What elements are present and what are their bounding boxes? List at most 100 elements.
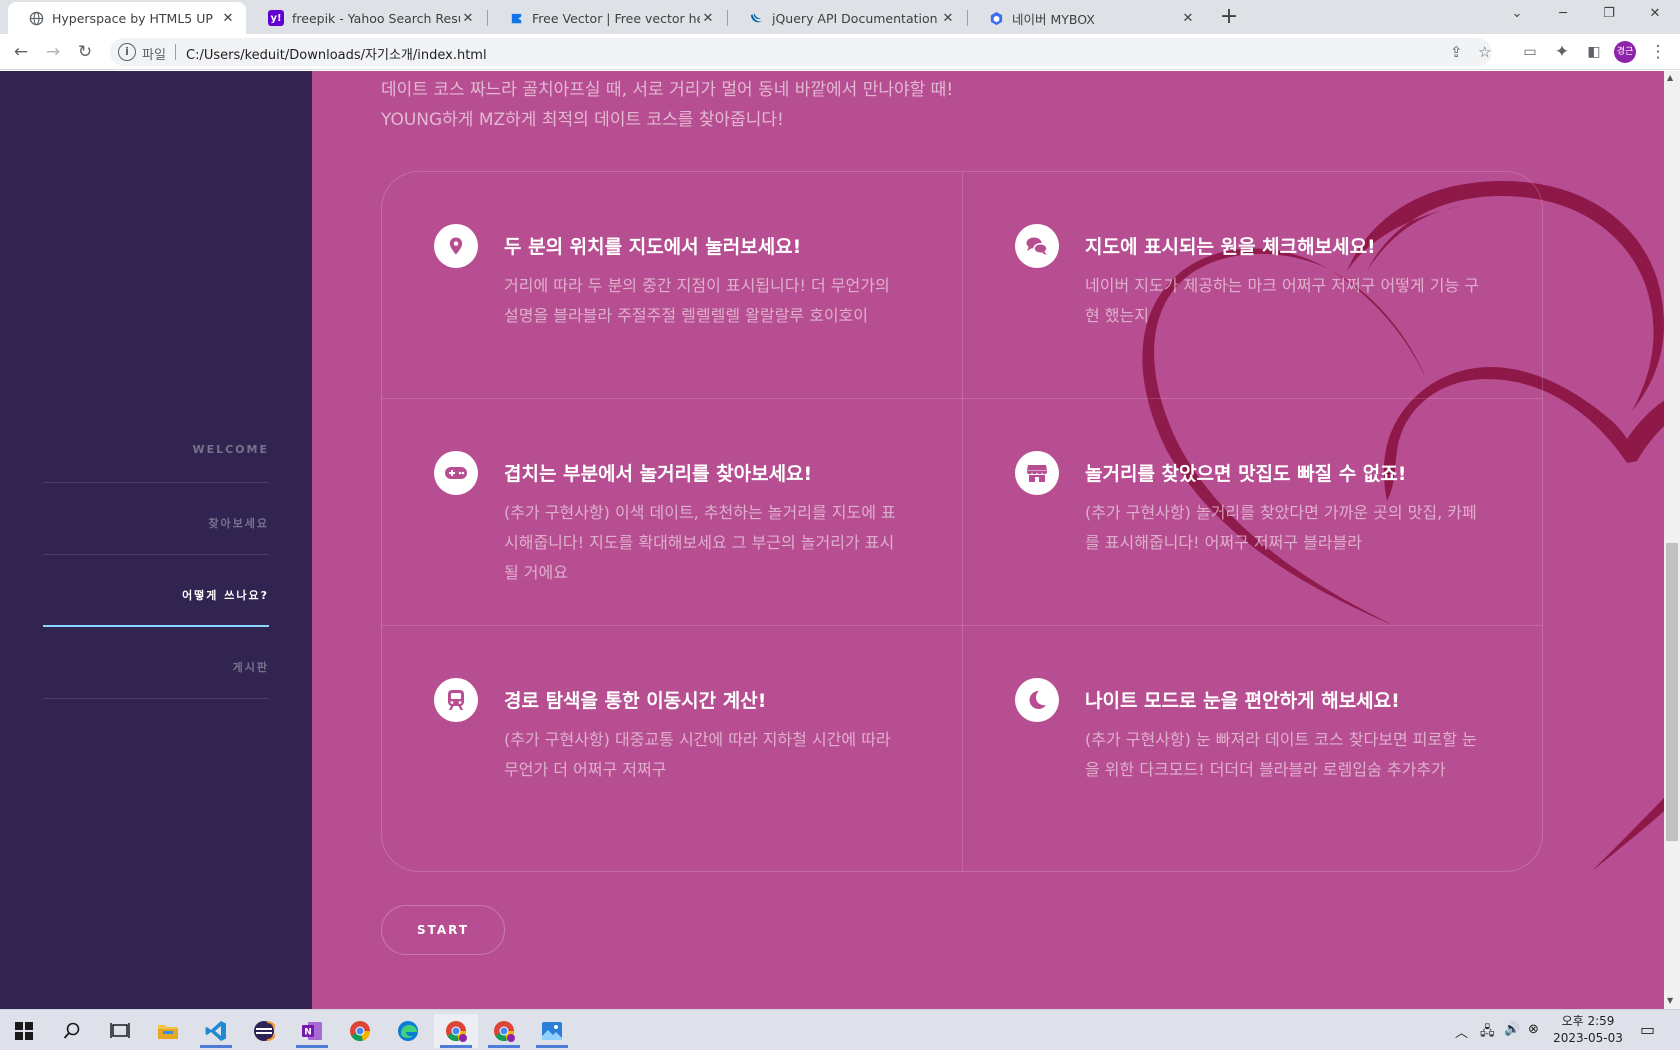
- back-button[interactable]: ←: [9, 40, 33, 64]
- chevron-up-icon[interactable]: ︿: [1455, 1022, 1468, 1041]
- mute-badge-icon[interactable]: ⊗: [1528, 1022, 1539, 1037]
- feature-item: 지도에 표시되는 원을 체크해보세요! 네이버 지도가 제공하는 마크 어쩌구 …: [963, 172, 1543, 415]
- page-scrollbar[interactable]: ▲ ▼: [1664, 71, 1680, 1009]
- tab-title: freepik - Yahoo Search Results: [292, 10, 460, 26]
- store-icon: [1015, 451, 1059, 495]
- feature-description: 거리에 따라 두 분의 중간 지점이 표시됩니다! 더 무언가의 설명을 블라블…: [504, 276, 890, 325]
- close-tab-icon[interactable]: ✕: [700, 11, 716, 26]
- onenote-icon[interactable]: N: [290, 1014, 334, 1048]
- taskbar-clock[interactable]: 오후 2:59 2023-05-03: [1548, 1013, 1628, 1047]
- start-icon[interactable]: [2, 1014, 46, 1048]
- menu-kebab-icon[interactable]: ⋮: [1646, 40, 1670, 64]
- feature-item: 놀거리를 찾았으면 맛집도 빠질 수 없죠! (추가 구현사항) 놀거리를 찾았…: [963, 399, 1543, 642]
- edge-icon[interactable]: [386, 1014, 430, 1048]
- tab-title: Free Vector | Free vector hearts: [532, 10, 700, 26]
- close-tab-icon[interactable]: ✕: [940, 11, 956, 26]
- gamepad-icon: [434, 451, 478, 495]
- photos-icon[interactable]: [530, 1014, 574, 1048]
- tab-freepik[interactable]: Free Vector | Free vector hearts ✕: [488, 2, 726, 34]
- tab-hyperspace[interactable]: Hyperspace by HTML5 UP ✕: [8, 2, 246, 34]
- sidebar-nav: WELCOME 찾아보세요 어떻게 쓰나요? 게시판: [43, 411, 269, 699]
- feature-title: 나이트 모드로 눈을 편안하게 해보세요!: [1085, 690, 1400, 712]
- tab-search-icon[interactable]: ⌄: [1494, 0, 1540, 30]
- jquery-icon: [748, 10, 764, 26]
- start-button[interactable]: START: [381, 905, 505, 955]
- mybox-icon: [988, 10, 1004, 26]
- sidebar-item-welcome[interactable]: WELCOME: [43, 411, 269, 483]
- feature-title: 놀거리를 찾았으면 맛집도 빠질 수 없죠!: [1085, 463, 1407, 485]
- scroll-down-icon[interactable]: ▼: [1667, 996, 1673, 1005]
- eclipse-icon[interactable]: [242, 1014, 286, 1048]
- feature-title: 겹치는 부분에서 놀거리를 찾아보세요!: [504, 463, 813, 485]
- feature-description: (추가 구현사항) 대중교통 시간에 따라 지하철 시간에 따라 무언가 더 어…: [504, 730, 891, 779]
- map-pin-icon: [434, 224, 478, 268]
- extensions-icon[interactable]: ✦: [1550, 40, 1574, 64]
- feature-description: (추가 구현사항) 놀거리를 찾았다면 가까운 곳의 맛집, 카페를 표시해줍니…: [1085, 503, 1477, 552]
- clock-time: 오후 2:59: [1561, 1014, 1615, 1028]
- web-page: WELCOME 찾아보세요 어떻게 쓰나요? 게시판 데이트 코스 짜느라 골치…: [0, 71, 1680, 1009]
- sidebar-item-how-to-use[interactable]: 어떻게 쓰나요?: [43, 555, 269, 627]
- feature-title: 두 분의 위치를 지도에서 눌러보세요!: [504, 236, 802, 258]
- tab-naver-mybox[interactable]: 네이버 MYBOX ✕: [968, 2, 1206, 34]
- chat-bubbles-icon: [1015, 224, 1059, 268]
- freepik-icon: [508, 10, 524, 26]
- feature-item: 두 분의 위치를 지도에서 눌러보세요! 거리에 따라 두 분의 중간 지점이 …: [382, 172, 962, 415]
- minimize-button[interactable]: ─: [1540, 0, 1586, 30]
- main-section: 데이트 코스 짜느라 골치아프실 때, 서로 거리가 멀어 동네 바깥에서 만나…: [312, 71, 1680, 1009]
- volume-icon[interactable]: 🔊: [1504, 1022, 1520, 1037]
- site-info-icon[interactable]: i: [118, 43, 136, 61]
- moon-icon: [1015, 678, 1059, 722]
- close-tab-icon[interactable]: ✕: [460, 11, 476, 26]
- vscode-icon[interactable]: [194, 1014, 238, 1048]
- profile-avatar[interactable]: 경근: [1614, 41, 1636, 63]
- feature-title: 지도에 표시되는 원을 체크해보세요!: [1085, 236, 1376, 258]
- sidebar-item-board[interactable]: 게시판: [43, 627, 269, 699]
- tab-title: jQuery API Documentation: [772, 10, 938, 26]
- intro-line: 데이트 코스 짜느라 골치아프실 때, 서로 거리가 멀어 동네 바깥에서 만나…: [381, 80, 954, 100]
- tab-title: Hyperspace by HTML5 UP: [52, 10, 213, 26]
- bookmark-star-icon[interactable]: ☆: [1478, 43, 1491, 61]
- yahoo-icon: y!: [268, 10, 284, 26]
- feature-description: (추가 구현사항) 눈 빠져라 데이트 코스 찾다보면 피로할 눈을 위한 다크…: [1085, 730, 1477, 779]
- network-icon[interactable]: 🖧: [1480, 1022, 1495, 1044]
- chrome-profile-icon[interactable]: [482, 1014, 526, 1048]
- address-bar[interactable]: i 파일 C:/Users/keduit/Downloads/자기소개/inde…: [110, 38, 1492, 66]
- globe-icon: [28, 10, 44, 26]
- file-explorer-icon[interactable]: [146, 1014, 190, 1048]
- feature-item: 경로 탐색을 통한 이동시간 계산! (추가 구현사항) 대중교통 시간에 따라…: [382, 626, 962, 869]
- notification-icon[interactable]: ▭: [1640, 1020, 1655, 1039]
- side-panel-icon[interactable]: ◧: [1582, 40, 1606, 64]
- share-icon[interactable]: ⇪: [1450, 43, 1463, 61]
- task-view-icon[interactable]: [98, 1014, 142, 1048]
- restore-button[interactable]: ❐: [1586, 0, 1632, 30]
- feature-description: 네이버 지도가 제공하는 마크 어쩌구 저쩌구 어떻게 기능 구현 했는지: [1085, 276, 1479, 325]
- close-tab-icon[interactable]: ✕: [220, 11, 236, 26]
- chrome-icon[interactable]: [338, 1014, 382, 1048]
- sidebar: WELCOME 찾아보세요 어떻게 쓰나요? 게시판: [0, 71, 312, 1009]
- sidebar-item-find[interactable]: 찾아보세요: [43, 483, 269, 555]
- tab-jquery[interactable]: jQuery API Documentation ✕: [728, 2, 966, 34]
- forward-button[interactable]: →: [41, 40, 65, 64]
- tab-yahoo-search[interactable]: y! freepik - Yahoo Search Results ✕: [248, 2, 486, 34]
- close-window-button[interactable]: ✕: [1632, 0, 1678, 30]
- feature-description: (추가 구현사항) 이색 데이트, 추천하는 놀거리를 지도에 표시해줍니다! …: [504, 503, 896, 582]
- scroll-up-icon[interactable]: ▲: [1667, 73, 1673, 82]
- windows-taskbar: N ︿ 🖧 🔊 ⊗ 오후 2:59 2023-05-03 ▭: [0, 1009, 1680, 1050]
- new-tab-button[interactable]: +: [1216, 5, 1242, 31]
- feature-title: 경로 탐색을 통한 이동시간 계산!: [504, 690, 767, 712]
- address-url[interactable]: C:/Users/keduit/Downloads/자기소개/index.htm…: [186, 44, 487, 63]
- browser-tab-strip: Hyperspace by HTML5 UP ✕ y! freepik - Ya…: [0, 0, 1680, 34]
- close-tab-icon[interactable]: ✕: [1180, 11, 1196, 26]
- train-icon: [434, 678, 478, 722]
- search-icon[interactable]: [50, 1014, 94, 1048]
- feature-item: 겹치는 부분에서 놀거리를 찾아보세요! (추가 구현사항) 이색 데이트, 추…: [382, 399, 962, 642]
- chrome-profile-icon[interactable]: [434, 1014, 478, 1048]
- cast-icon[interactable]: ▭: [1518, 40, 1542, 64]
- address-divider: [175, 44, 176, 60]
- clock-date: 2023-05-03: [1553, 1031, 1623, 1045]
- reload-button[interactable]: ↻: [73, 40, 97, 64]
- scrollbar-thumb[interactable]: [1666, 543, 1678, 841]
- tab-title: 네이버 MYBOX: [1012, 11, 1095, 27]
- feature-item: 나이트 모드로 눈을 편안하게 해보세요! (추가 구현사항) 눈 빠져라 데이…: [963, 626, 1543, 869]
- address-scheme-label: 파일: [142, 48, 166, 63]
